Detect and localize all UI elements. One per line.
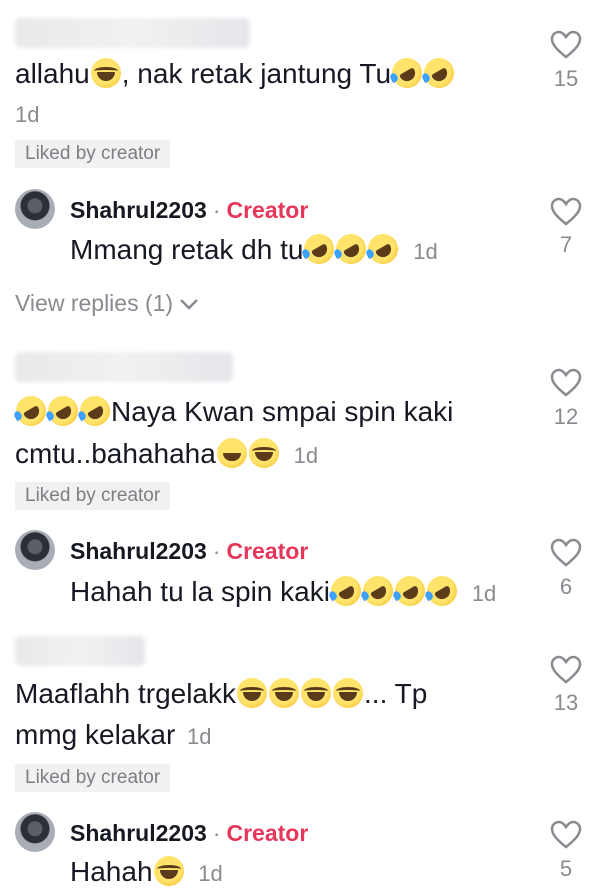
reply-time: 1d [198, 861, 223, 886]
comment-time: 1d [15, 102, 40, 127]
heart-icon[interactable] [550, 30, 582, 60]
rofl-emoji-icon [298, 228, 340, 270]
blurred-username [15, 18, 250, 48]
comment-time: 1d [187, 724, 212, 749]
laughing-emoji-icon [237, 678, 268, 708]
reply-header: Shahrul2203 · Creator [70, 197, 309, 223]
liked-by-creator-badge: Liked by creator [15, 764, 171, 792]
reply-text: Hahah 1d [70, 856, 223, 887]
like-count: 15 [553, 66, 579, 91]
reply-text: Mmang retak dh tu 1d [70, 228, 438, 270]
reply-header: Shahrul2203 · Creator [70, 820, 309, 846]
rofl-emoji-icon [74, 390, 116, 432]
rofl-emoji-icon [389, 570, 431, 612]
rofl-emoji-icon [421, 570, 463, 612]
reply-time: 1d [471, 581, 497, 606]
heart-icon[interactable] [550, 820, 582, 850]
creator-tag: Creator [226, 538, 309, 564]
rofl-emoji-icon [418, 52, 460, 94]
heart-icon[interactable] [550, 538, 582, 568]
reply-header: Shahrul2203 · Creator [70, 538, 309, 564]
blurred-username [15, 352, 233, 382]
chevron-down-icon [180, 299, 199, 310]
blurred-username [15, 636, 145, 666]
rofl-emoji-icon [330, 228, 372, 270]
like-count: 12 [553, 404, 579, 429]
comment-time: 1d [293, 443, 319, 468]
username[interactable]: Shahrul2203 [70, 197, 207, 223]
avatar[interactable] [15, 530, 55, 570]
grinning-sweat-emoji-icon [216, 438, 247, 468]
creator-tag: Creator [226, 820, 309, 846]
like-count: 13 [553, 690, 579, 715]
rofl-emoji-icon [386, 52, 428, 94]
comment-text: Maaflahh trgelakk... Tp [15, 678, 428, 709]
laughing-emoji-icon [90, 58, 121, 88]
username[interactable]: Shahrul2203 [70, 538, 207, 564]
like-count: 6 [559, 574, 573, 599]
comment-text: Naya Kwan smpai spin kaki [10, 390, 453, 432]
heart-icon[interactable] [550, 655, 582, 685]
laughing-emoji-icon [333, 678, 364, 708]
comment-text-line2: cmtu..bahahaha 1d [15, 438, 319, 469]
heart-icon[interactable] [550, 368, 582, 398]
username[interactable]: Shahrul2203 [70, 820, 207, 846]
comment-text-line2: mmg kelakar 1d [15, 719, 212, 750]
avatar[interactable] [15, 812, 55, 852]
like-count: 7 [559, 232, 573, 257]
laughing-emoji-icon [248, 438, 279, 468]
liked-by-creator-badge: Liked by creator [15, 482, 171, 510]
laughing-emoji-icon [153, 856, 184, 886]
reply-time: 1d [413, 239, 438, 264]
avatar[interactable] [15, 189, 55, 229]
laughing-emoji-icon [301, 678, 332, 708]
rofl-emoji-icon [42, 390, 84, 432]
liked-by-creator-badge: Liked by creator [15, 140, 171, 168]
comment-text: allahu, nak retak jantung Tu [15, 52, 460, 94]
creator-tag: Creator [226, 197, 309, 223]
like-count: 5 [559, 856, 573, 881]
heart-icon[interactable] [550, 197, 582, 227]
rofl-emoji-icon [362, 228, 404, 270]
rofl-emoji-icon [357, 570, 399, 612]
reply-text: Hahah tu la spin kaki 1d [70, 570, 497, 612]
rofl-emoji-icon [325, 570, 367, 612]
view-replies-link[interactable]: View replies (1) [15, 290, 199, 317]
rofl-emoji-icon [10, 390, 52, 432]
laughing-emoji-icon [269, 678, 300, 708]
